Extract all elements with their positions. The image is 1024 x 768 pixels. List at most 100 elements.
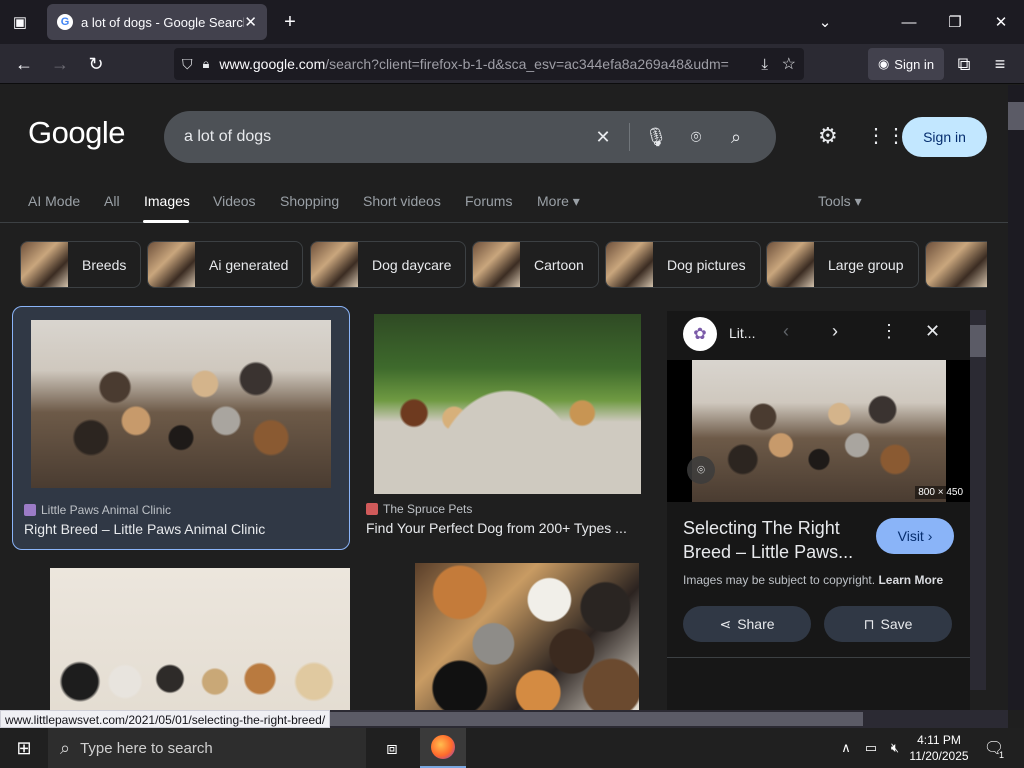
- page-scrollbar[interactable]: [1008, 85, 1024, 710]
- google-signin-button[interactable]: Sign in: [902, 117, 987, 157]
- chip-more[interactable]: [925, 241, 987, 288]
- reload-icon[interactable]: ↻: [82, 50, 110, 78]
- list-tabs-chevron-icon[interactable]: ⌄: [802, 0, 848, 44]
- preview-title[interactable]: Selecting The Right Breed – Little Paws.…: [683, 516, 863, 564]
- chip-dog-pictures[interactable]: Dog pictures: [605, 241, 761, 288]
- voice-search-icon[interactable]: 🎙︎: [636, 127, 676, 148]
- google-logo[interactable]: Google: [28, 115, 125, 151]
- chip-label: Large group: [828, 256, 904, 273]
- lens-icon[interactable]: ⌾: [687, 456, 715, 484]
- tab-more[interactable]: More ▾: [537, 193, 580, 210]
- browser-tab-strip: ▣ G a lot of dogs - Google Search ✕ + ⌄ …: [0, 0, 1024, 44]
- page-scrollbar-thumb[interactable]: [1008, 102, 1024, 130]
- share-icon: ⋖: [719, 615, 732, 632]
- extensions-icon[interactable]: ⧉: [950, 50, 978, 78]
- search-divider: [629, 123, 630, 151]
- google-apps-icon[interactable]: ⋮⋮: [866, 123, 906, 148]
- tab-forums[interactable]: Forums: [465, 193, 512, 209]
- tab-ai-mode[interactable]: AI Mode: [28, 193, 80, 209]
- maximize-icon[interactable]: ❐: [932, 0, 978, 44]
- windows-start-icon[interactable]: ⊞: [0, 728, 48, 768]
- result-card-selected[interactable]: Little Paws Animal Clinic Right Breed – …: [12, 306, 350, 550]
- url-bar[interactable]: ⛉ 🔒︎ www.google.com/search?client=firefo…: [174, 48, 804, 80]
- result-image[interactable]: [415, 563, 639, 710]
- result-image[interactable]: [50, 568, 350, 710]
- site-logo-icon[interactable]: ✿: [683, 317, 717, 351]
- result-title[interactable]: Find Your Perfect Dog from 200+ Types ..…: [366, 520, 646, 536]
- lock-icon[interactable]: 🔒︎: [203, 56, 210, 72]
- search-icon[interactable]: ⌕: [716, 127, 756, 148]
- browser-navbar: ← → ↻ ⛉ 🔒︎ www.google.com/search?client=…: [0, 44, 1024, 84]
- save-to-pocket-icon[interactable]: ⤓: [761, 56, 768, 73]
- task-view-icon[interactable]: ⧈: [370, 728, 414, 768]
- clear-search-icon[interactable]: ✕: [583, 127, 623, 148]
- notifications-icon[interactable]: 🗨︎ 1: [978, 728, 1010, 768]
- tab-videos[interactable]: Videos: [213, 193, 256, 209]
- taskbar-search-placeholder: Type here to search: [80, 739, 213, 757]
- panel-scrollbar-thumb[interactable]: [970, 325, 986, 357]
- volume-muted-icon[interactable]: 🔇︎: [884, 728, 906, 768]
- search-input[interactable]: a lot of dogs: [184, 128, 583, 146]
- search-tabs: AI Mode All Images Videos Shopping Short…: [0, 187, 1008, 223]
- chip-cartoon[interactable]: Cartoon: [472, 241, 599, 288]
- result-image[interactable]: [31, 320, 331, 488]
- more-options-icon[interactable]: ⋮: [880, 321, 898, 342]
- result-title[interactable]: Right Breed – Little Paws Animal Clinic: [24, 521, 340, 537]
- tools-button[interactable]: Tools ▾: [818, 193, 862, 210]
- tab-title: a lot of dogs - Google Search: [81, 14, 245, 30]
- panel-site-name[interactable]: Lit...: [729, 325, 755, 341]
- lens-search-icon[interactable]: ⌾: [676, 127, 716, 148]
- taskbar-search[interactable]: ⌕ Type here to search: [48, 728, 366, 768]
- save-label: Save: [880, 616, 913, 632]
- search-box[interactable]: a lot of dogs ✕ 🎙︎ ⌾ ⌕: [164, 111, 776, 163]
- browser-tab-active[interactable]: G a lot of dogs - Google Search ✕: [47, 4, 267, 40]
- share-button[interactable]: ⋖ Share: [683, 606, 811, 642]
- firefox-taskbar-icon[interactable]: [420, 728, 466, 768]
- minimize-icon[interactable]: —: [886, 0, 932, 44]
- panel-divider: [667, 657, 970, 658]
- chip-large-group[interactable]: Large group: [766, 241, 919, 288]
- learn-more-link[interactable]: Learn More: [878, 573, 943, 587]
- bookmark-icon: ⊓: [863, 615, 875, 632]
- previous-image-icon[interactable]: ‹: [783, 321, 789, 342]
- tab-short-videos[interactable]: Short videos: [363, 193, 441, 209]
- show-hidden-icons-icon[interactable]: ∧: [836, 728, 856, 768]
- firefox-signin-button[interactable]: ◉ Sign in: [868, 48, 944, 80]
- visit-button[interactable]: Visit ›: [876, 518, 954, 554]
- tracking-shield-icon[interactable]: ⛉: [182, 56, 193, 73]
- back-icon[interactable]: ←: [10, 50, 38, 78]
- chip-thumbnail: [767, 242, 814, 287]
- result-image[interactable]: [374, 314, 641, 494]
- copyright-text: Images may be subject to copyright.: [683, 573, 879, 587]
- preview-image[interactable]: ⌾ 800 × 450: [667, 360, 970, 502]
- chip-dog-daycare[interactable]: Dog daycare: [310, 241, 467, 288]
- result-source[interactable]: The Spruce Pets: [366, 502, 472, 516]
- chip-thumbnail: [21, 242, 68, 287]
- next-image-icon[interactable]: ›: [832, 321, 838, 342]
- forward-icon[interactable]: →: [46, 50, 74, 78]
- bookmark-star-icon[interactable]: ☆: [782, 54, 796, 74]
- chip-label: Cartoon: [534, 256, 584, 273]
- new-tab-icon[interactable]: +: [268, 0, 312, 44]
- panel-scrollbar[interactable]: [970, 310, 986, 690]
- horizontal-scrollbar-thumb[interactable]: [330, 712, 863, 726]
- clock[interactable]: 4:11 PM 11/20/2025: [908, 728, 970, 768]
- tab-shopping[interactable]: Shopping: [280, 193, 339, 209]
- save-button[interactable]: ⊓ Save: [824, 606, 952, 642]
- network-icon[interactable]: ▭: [860, 728, 882, 768]
- account-icon: ◉: [877, 56, 890, 71]
- close-panel-icon[interactable]: ✕: [925, 321, 940, 342]
- chip-ai-generated[interactable]: Ai generated: [147, 241, 304, 288]
- chip-breeds[interactable]: Breeds: [20, 241, 142, 288]
- tab-all[interactable]: All: [104, 193, 120, 209]
- result-source[interactable]: Little Paws Animal Clinic: [24, 503, 171, 517]
- url-domain: www.google.com: [219, 56, 326, 72]
- preview-image-content: [692, 360, 946, 502]
- close-window-icon[interactable]: ✕: [978, 0, 1024, 44]
- tab-images[interactable]: Images: [144, 193, 190, 209]
- menu-icon[interactable]: ≡: [986, 50, 1014, 78]
- close-tab-icon[interactable]: ✕: [244, 13, 257, 31]
- tab-overview-icon[interactable]: ▣: [0, 0, 40, 44]
- result-card[interactable]: The Spruce Pets Find Your Perfect Dog fr…: [360, 306, 654, 550]
- settings-gear-icon[interactable]: ⚙: [818, 123, 838, 149]
